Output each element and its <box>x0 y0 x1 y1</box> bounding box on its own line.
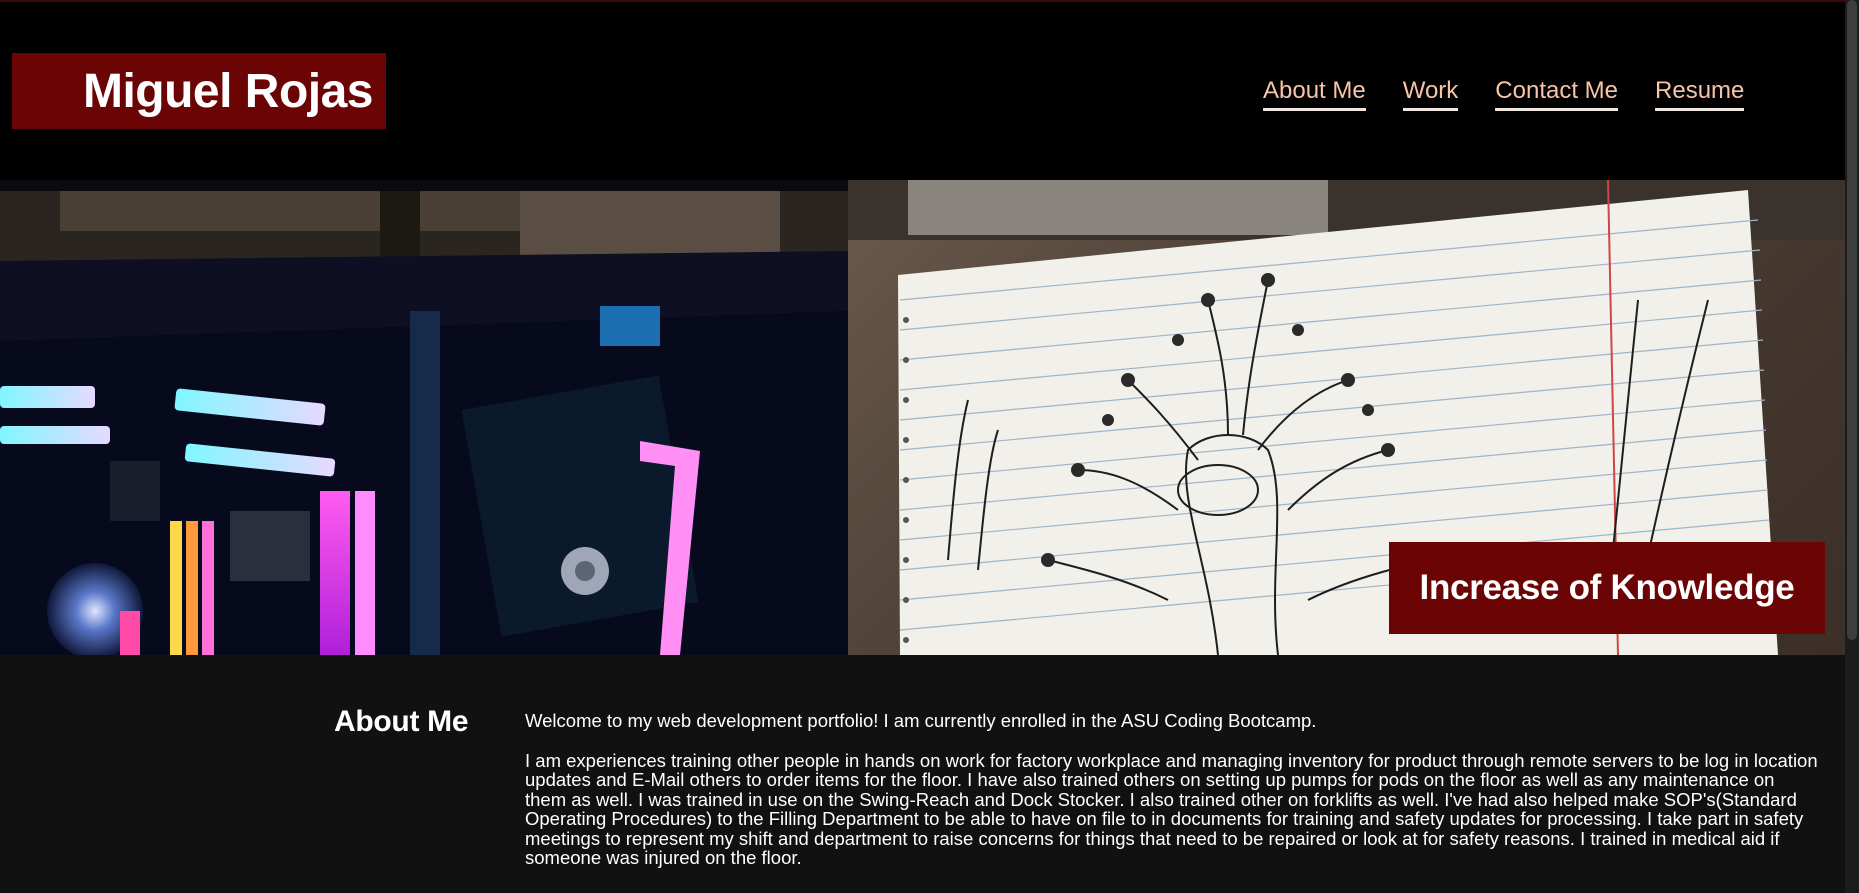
about-paragraph-intro: Welcome to my web development portfolio!… <box>525 710 1317 731</box>
hero-caption: Increase of Knowledge <box>1419 568 1795 607</box>
scrollbar-thumb[interactable] <box>1847 0 1857 640</box>
about-paragraph-experience: I am experiences training other people i… <box>525 749 1818 868</box>
nav-link-work[interactable]: Work <box>1402 76 1459 111</box>
nav-link-contact-me[interactable]: Contact Me <box>1495 76 1619 111</box>
about-text: Welcome to my web development portfolio!… <box>525 711 1820 890</box>
hero-caption-box: Increase of Knowledge <box>1389 542 1825 634</box>
nav-link-about-me[interactable]: About Me <box>1263 76 1366 111</box>
about-heading: About Me <box>334 705 469 738</box>
about-section: About Me Welcome to my web development p… <box>0 655 1845 893</box>
vertical-scrollbar[interactable] <box>1845 0 1859 893</box>
pc-build-image <box>0 191 848 655</box>
brand-block: Miguel Rojas <box>12 53 386 129</box>
site-title: Miguel Rojas <box>82 64 374 118</box>
nav-link-resume[interactable]: Resume <box>1655 76 1745 111</box>
main-nav: About Me Work Contact Me Resume <box>1263 76 1781 111</box>
site-header: Miguel Rojas About Me Work Contact Me Re… <box>0 2 1845 180</box>
